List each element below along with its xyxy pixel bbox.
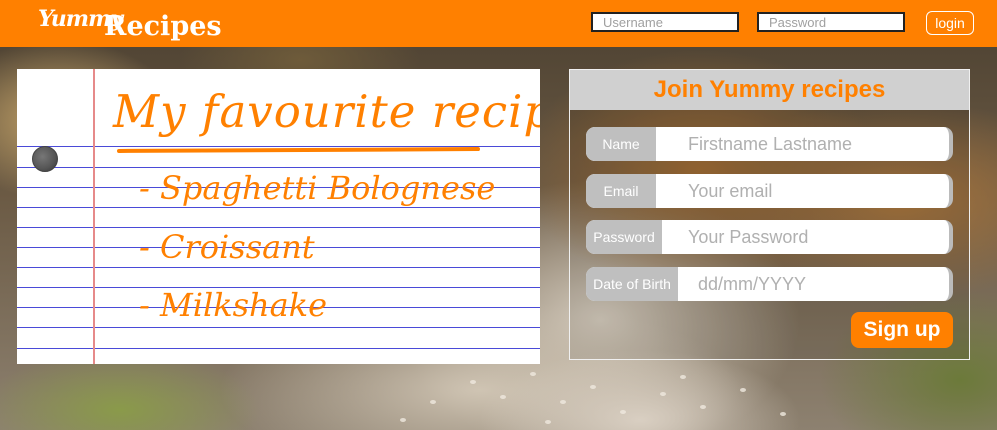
signup-panel: Join Yummy recipes Name Email Password D… <box>569 69 970 360</box>
favourite-recipes-notebook: My favourite recipes - Spaghetti Bologne… <box>17 69 540 364</box>
sign-up-button[interactable]: Sign up <box>851 312 953 348</box>
notebook-rule <box>17 348 540 349</box>
punch-hole <box>32 146 58 172</box>
name-input[interactable] <box>688 127 943 161</box>
date-of-birth-label: Date of Birth <box>586 267 678 301</box>
notebook-rule <box>17 267 540 268</box>
password-label: Password <box>586 220 662 254</box>
favourite-recipes-title: My favourite recipes <box>113 85 540 138</box>
notebook-margin-line <box>93 69 95 364</box>
title-underline <box>116 147 481 153</box>
date-of-birth-field[interactable]: Date of Birth <box>586 267 953 301</box>
brand-recipes: Recipes <box>104 11 222 42</box>
top-navbar: Yummy Recipes login <box>0 0 997 47</box>
notebook-rule <box>17 327 540 328</box>
name-label: Name <box>586 127 656 161</box>
signup-header: Join Yummy recipes <box>570 70 969 110</box>
notebook-rule <box>17 207 540 208</box>
signup-title: Join Yummy recipes <box>653 76 886 103</box>
password-input[interactable] <box>757 12 905 32</box>
name-field[interactable]: Name <box>586 127 953 161</box>
email-label: Email <box>586 174 656 208</box>
recipe-item: - Croissant <box>139 228 315 266</box>
username-input[interactable] <box>591 12 739 32</box>
date-of-birth-input[interactable] <box>698 267 943 301</box>
notebook-rule <box>17 167 540 168</box>
recipe-item: - Spaghetti Bolognese <box>139 169 496 207</box>
email-input[interactable] <box>688 174 943 208</box>
recipe-item: - Milkshake <box>139 286 328 324</box>
signup-password-input[interactable] <box>688 220 943 254</box>
password-field[interactable]: Password <box>586 220 953 254</box>
email-field[interactable]: Email <box>586 174 953 208</box>
login-button[interactable]: login <box>926 11 974 35</box>
